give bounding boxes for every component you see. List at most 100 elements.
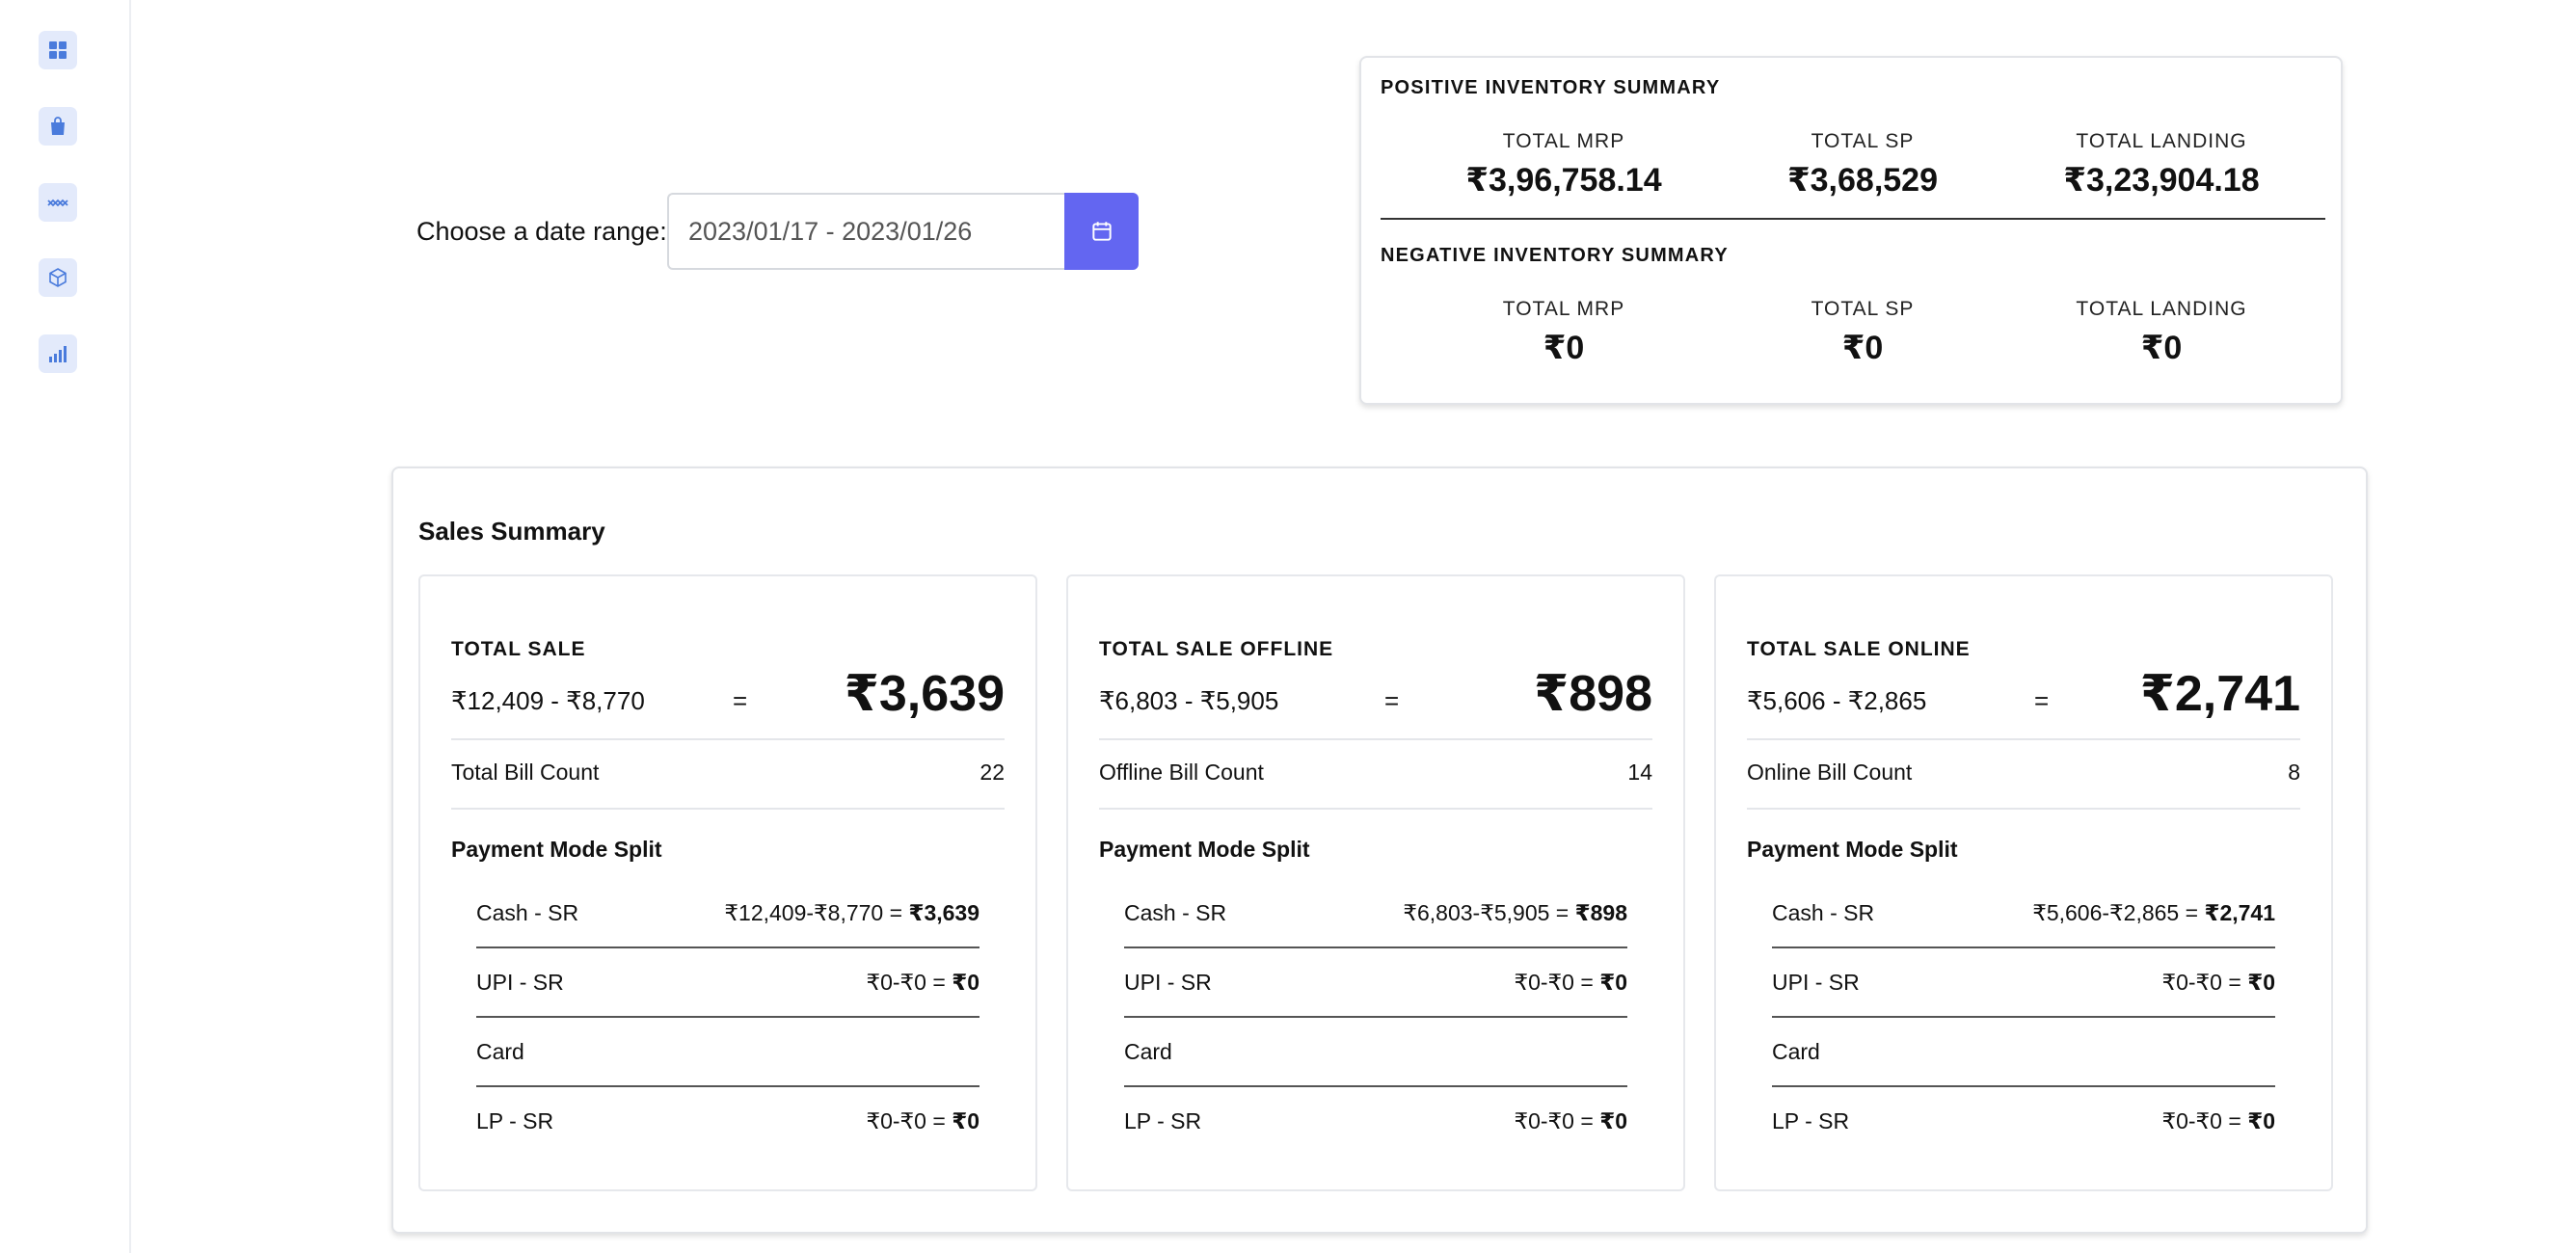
total-sale-card: TOTAL SALE ₹12,409 - ₹8,770 = ₹3,639 Tot… xyxy=(418,574,1037,1191)
sales-summary-card: Sales Summary TOTAL SALE ₹12,409 - ₹8,77… xyxy=(391,467,2368,1234)
negative-sp-value: ₹0 xyxy=(1841,330,1884,366)
payment-row-upi: UPI - SR ₹0-₹0 = ₹0 xyxy=(1124,948,1627,1018)
positive-sp-value: ₹3,68,529 xyxy=(1786,162,1938,199)
date-range-label: Choose a date range: xyxy=(416,217,667,246)
sale-formula: ₹6,803 - ₹5,905 xyxy=(1099,686,1279,715)
negative-mrp-label: TOTAL MRP xyxy=(1502,298,1625,320)
trend-icon xyxy=(47,199,68,207)
payment-row-upi: UPI - SR ₹0-₹0 = ₹0 xyxy=(1772,948,2275,1018)
payment-value: ₹0-₹0 = ₹0 xyxy=(2161,970,2275,996)
divider xyxy=(1747,808,2300,810)
payment-result: ₹0 xyxy=(952,970,979,995)
payment-calc: ₹0-₹0 = xyxy=(2161,970,2248,995)
sale-total: ₹898 xyxy=(1534,666,1652,722)
sale-heading: TOTAL SALE ONLINE xyxy=(1747,638,1971,660)
calendar-button[interactable] xyxy=(1064,193,1139,270)
payment-row-lp: LP - SR ₹0-₹0 = ₹0 xyxy=(1772,1087,2275,1157)
positive-sp-label: TOTAL SP xyxy=(1811,130,1915,152)
payment-name: Cash - SR xyxy=(476,900,579,925)
payment-result: ₹0 xyxy=(1599,970,1627,995)
sale-formula: ₹5,606 - ₹2,865 xyxy=(1747,686,1927,715)
payment-row-cash: Cash - SR ₹6,803-₹5,905 = ₹898 xyxy=(1124,879,1627,948)
payment-calc: ₹0-₹0 = xyxy=(2161,1108,2248,1133)
payment-name: Cash - SR xyxy=(1124,900,1227,925)
divider xyxy=(1099,808,1652,810)
payment-calc: ₹0-₹0 = xyxy=(1514,1108,1600,1133)
payment-result: ₹3,639 xyxy=(908,900,979,925)
payment-calc: ₹0-₹0 = xyxy=(1514,970,1600,995)
bill-count-value: 22 xyxy=(979,760,1005,785)
payment-calc: ₹0-₹0 = xyxy=(866,970,953,995)
total-sale-online-card: TOTAL SALE ONLINE ₹5,606 - ₹2,865 = ₹2,7… xyxy=(1714,574,2333,1191)
payment-row-lp: LP - SR ₹0-₹0 = ₹0 xyxy=(476,1087,979,1157)
positive-total-landing: TOTAL LANDING ₹3,23,904.18 xyxy=(2012,129,2311,200)
shopping-bag-icon xyxy=(51,117,65,135)
positive-total-sp: TOTAL SP ₹3,68,529 xyxy=(1713,129,2012,200)
sales-summary-title: Sales Summary xyxy=(418,517,605,546)
payment-result: ₹0 xyxy=(1599,1108,1627,1133)
payment-row-card: Card xyxy=(476,1018,979,1087)
sidebar-item-dashboard[interactable] xyxy=(39,31,77,69)
payment-name: UPI - SR xyxy=(1124,970,1212,995)
payment-row-card: Card xyxy=(1772,1018,2275,1087)
sidebar xyxy=(0,0,131,1253)
payment-result: ₹2,741 xyxy=(2204,900,2275,925)
bill-count-label: Total Bill Count xyxy=(451,760,600,785)
calendar-icon xyxy=(1091,222,1112,241)
negative-landing-value: ₹0 xyxy=(2140,330,2183,366)
inventory-divider xyxy=(1381,218,2325,220)
sidebar-item-reports[interactable] xyxy=(39,334,77,373)
payment-row-cash: Cash - SR ₹12,409-₹8,770 = ₹3,639 xyxy=(476,879,979,948)
payment-result: ₹0 xyxy=(2247,1108,2275,1133)
payment-value: ₹0-₹0 = ₹0 xyxy=(866,970,979,996)
positive-landing-label: TOTAL LANDING xyxy=(2076,130,2247,152)
payment-value: ₹0-₹0 = ₹0 xyxy=(866,1108,979,1134)
payment-mode-title: Payment Mode Split xyxy=(1747,837,1958,862)
sale-heading: TOTAL SALE xyxy=(451,638,586,660)
date-range-input[interactable] xyxy=(667,193,1066,270)
positive-inventory-title: POSITIVE INVENTORY SUMMARY xyxy=(1381,77,1721,98)
total-sale-offline-card: TOTAL SALE OFFLINE ₹6,803 - ₹5,905 = ₹89… xyxy=(1066,574,1685,1191)
payment-row-lp: LP - SR ₹0-₹0 = ₹0 xyxy=(1124,1087,1627,1157)
payment-name: UPI - SR xyxy=(476,970,564,995)
payment-name: Card xyxy=(476,1039,524,1064)
payment-name: UPI - SR xyxy=(1772,970,1860,995)
payment-value: ₹0-₹0 = ₹0 xyxy=(2161,1108,2275,1134)
payment-mode-title: Payment Mode Split xyxy=(451,837,662,862)
payment-result: ₹898 xyxy=(1574,900,1627,925)
sidebar-item-orders[interactable] xyxy=(39,107,77,146)
bar-chart-icon xyxy=(49,346,67,362)
cube-icon xyxy=(49,268,67,287)
payment-calc: ₹5,606-₹2,865 = xyxy=(2032,900,2205,925)
sidebar-item-inventory[interactable] xyxy=(39,258,77,297)
payment-value: ₹12,409-₹8,770 = ₹3,639 xyxy=(724,900,979,926)
payment-row-card: Card xyxy=(1124,1018,1627,1087)
sidebar-item-trends[interactable] xyxy=(39,183,77,222)
sale-equals: = xyxy=(733,686,748,715)
payment-name: LP - SR xyxy=(1124,1108,1202,1133)
payment-row-cash: Cash - SR ₹5,606-₹2,865 = ₹2,741 xyxy=(1772,879,2275,948)
payment-mode-title: Payment Mode Split xyxy=(1099,837,1310,862)
payment-result: ₹0 xyxy=(952,1108,979,1133)
payment-name: LP - SR xyxy=(476,1108,554,1133)
positive-mrp-value: ₹3,96,758.14 xyxy=(1465,162,1662,199)
divider xyxy=(451,808,1005,810)
payment-name: LP - SR xyxy=(1772,1108,1850,1133)
payment-value: ₹0-₹0 = ₹0 xyxy=(1514,1108,1627,1134)
payment-row-upi: UPI - SR ₹0-₹0 = ₹0 xyxy=(476,948,979,1018)
positive-mrp-label: TOTAL MRP xyxy=(1502,130,1625,152)
bill-count-label: Online Bill Count xyxy=(1747,760,1913,785)
positive-landing-value: ₹3,23,904.18 xyxy=(2063,162,2260,199)
negative-sp-label: TOTAL SP xyxy=(1811,298,1915,320)
negative-total-landing: TOTAL LANDING ₹0 xyxy=(2012,297,2311,368)
payment-calc: ₹0-₹0 = xyxy=(866,1108,953,1133)
negative-landing-label: TOTAL LANDING xyxy=(2076,298,2247,320)
payment-name: Cash - SR xyxy=(1772,900,1875,925)
bill-count-value: 8 xyxy=(2288,760,2300,785)
inventory-summary-card: POSITIVE INVENTORY SUMMARY TOTAL MRP ₹3,… xyxy=(1359,56,2343,405)
payment-name: Card xyxy=(1124,1039,1172,1064)
dashboard-icon xyxy=(49,41,67,59)
negative-inventory-title: NEGATIVE INVENTORY SUMMARY xyxy=(1381,245,1729,266)
sale-total: ₹2,741 xyxy=(2139,666,2300,722)
payment-value: ₹0-₹0 = ₹0 xyxy=(1514,970,1627,996)
